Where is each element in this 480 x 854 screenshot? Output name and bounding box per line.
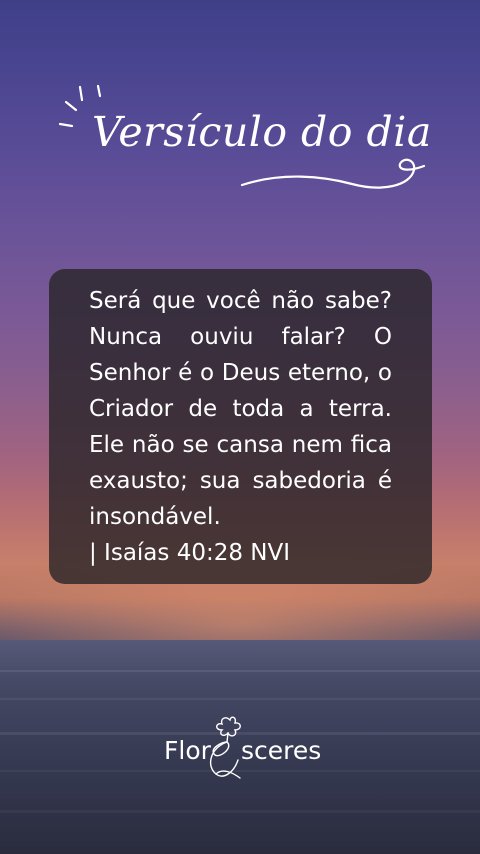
sparkle-line	[58, 122, 74, 128]
background-photo: Versículo do dia Será que você não sabe?…	[0, 0, 480, 854]
verse-reference: | Isaías 40:28 NVI	[89, 540, 291, 566]
wave-line	[0, 698, 480, 700]
verse-text: Será que você não sabe? Nunca ouviu fala…	[89, 288, 392, 530]
logo-text-right: sceres	[241, 736, 322, 765]
wave-line	[0, 670, 480, 672]
wave-line	[0, 810, 480, 813]
verse-card: Será que você não sabe? Nunca ouviu fala…	[49, 269, 432, 584]
sparkle-line	[64, 100, 78, 112]
sparkle-line	[78, 85, 84, 102]
brand-logo: Flor sceres	[150, 712, 330, 784]
swash-underline	[240, 158, 426, 189]
page-title: Versículo do dia	[92, 108, 432, 156]
sparkle-line	[96, 84, 102, 98]
